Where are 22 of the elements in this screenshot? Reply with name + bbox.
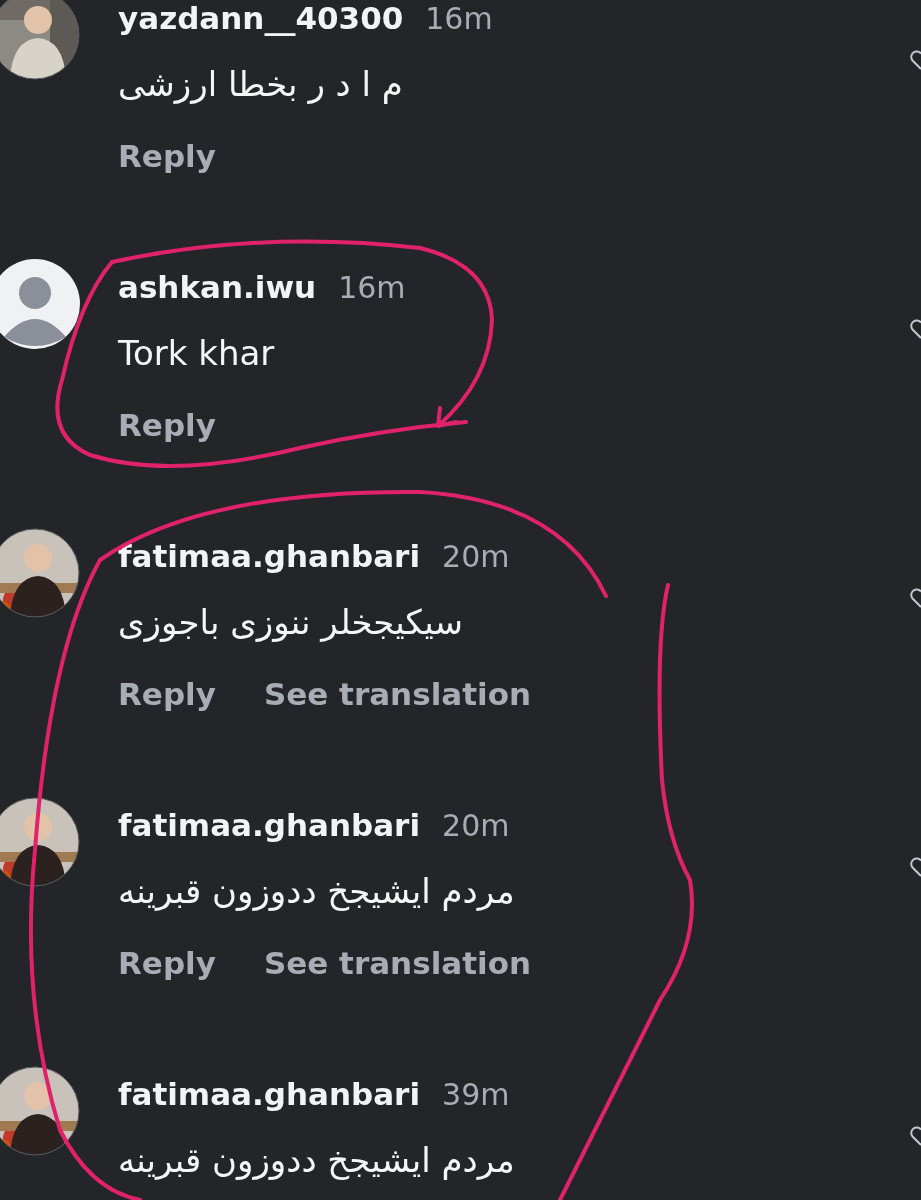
- reply-link[interactable]: Reply: [118, 676, 216, 712]
- avatar-icon[interactable]: [0, 259, 80, 349]
- timestamp: 16m: [338, 269, 406, 305]
- see-translation-link[interactable]: See translation: [263, 676, 531, 712]
- timestamp: 20m: [442, 807, 510, 843]
- reply-link[interactable]: Reply: [118, 945, 216, 981]
- comment-text: Tork khar: [118, 333, 275, 373]
- username[interactable]: fatimaa.ghanbari: [118, 1076, 421, 1112]
- reply-link[interactable]: Reply: [118, 138, 216, 174]
- comment-text: سیکیجخلر ننوزی باجوزی: [118, 602, 464, 642]
- timestamp: 39m: [442, 1076, 510, 1112]
- username[interactable]: fatimaa.ghanbari: [118, 538, 421, 574]
- timestamp: 20m: [442, 538, 510, 574]
- reply-link[interactable]: Reply: [118, 407, 216, 443]
- comment-text: مردم ایشیجخ ددوزون قبرینه: [118, 871, 515, 911]
- comment-text: م ا د ر بخطا ارزشی: [118, 64, 403, 104]
- comment-text: مردم ایشیجخ ددوزون قبرینه: [118, 1140, 515, 1180]
- timestamp: 16m: [425, 0, 493, 36]
- username[interactable]: yazdann__40300: [118, 0, 404, 36]
- username[interactable]: fatimaa.ghanbari: [118, 807, 421, 843]
- see-translation-link[interactable]: See translation: [263, 945, 531, 981]
- username[interactable]: ashkan.iwu: [118, 269, 317, 305]
